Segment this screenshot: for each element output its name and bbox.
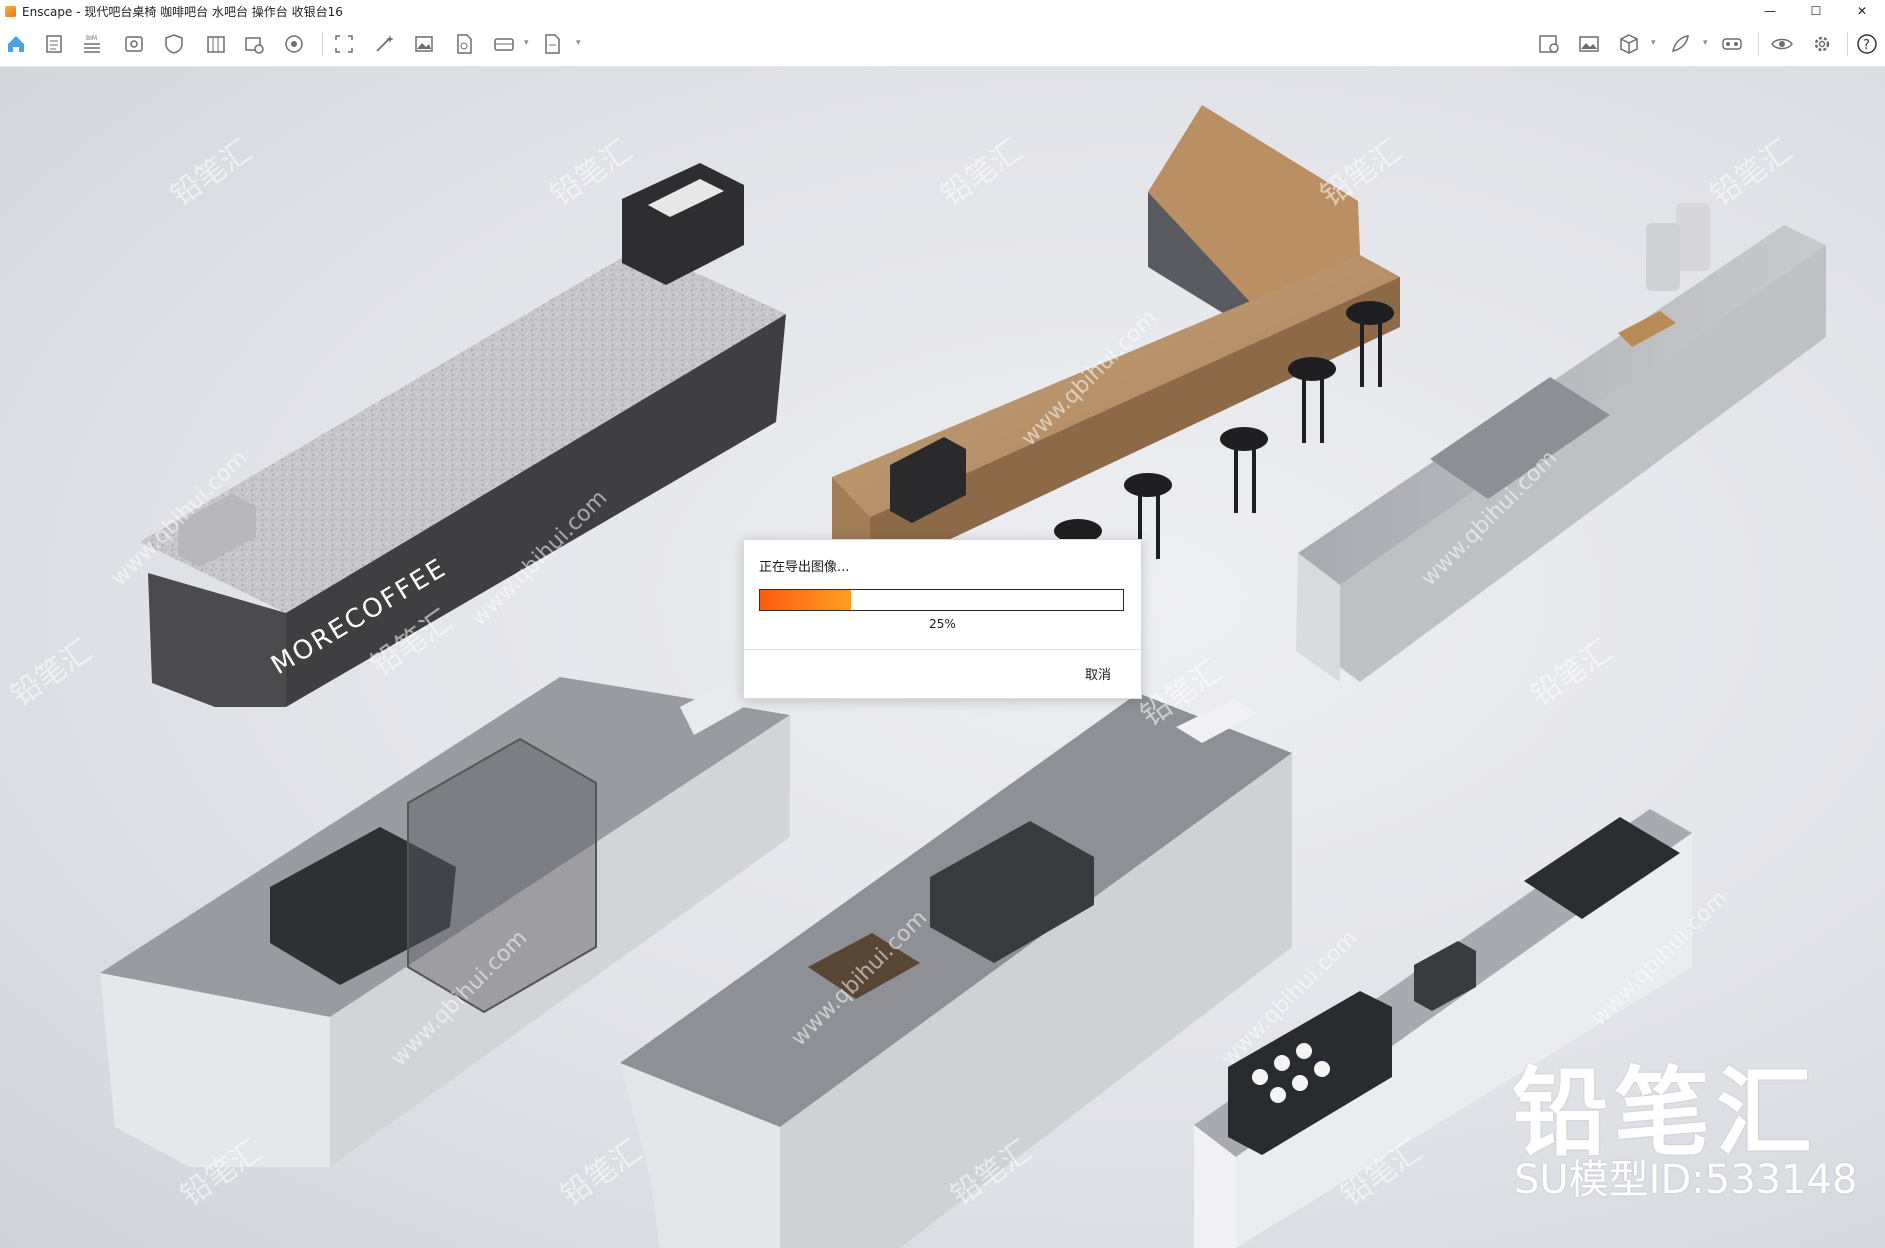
morecoffee-counter: MORECOFFEE — [140, 163, 786, 707]
dialog-divider — [744, 649, 1141, 650]
asset-icon[interactable] — [240, 30, 268, 58]
svg-text:铅笔汇: 铅笔汇 — [555, 1133, 649, 1213]
shield-icon[interactable] — [160, 30, 188, 58]
svg-text:铅笔汇: 铅笔汇 — [165, 133, 259, 213]
map-pin-icon[interactable] — [1535, 30, 1563, 58]
toolbar-separator-right — [1758, 32, 1759, 56]
home-icon[interactable] — [2, 30, 30, 58]
minimize-button[interactable]: — — [1747, 0, 1793, 22]
close-button[interactable]: ✕ — [1839, 0, 1885, 22]
cancel-button[interactable]: 取消 — [1081, 662, 1115, 685]
feather-dropdown-chevron-icon[interactable]: ▾ — [1703, 38, 1708, 48]
notes-icon[interactable] — [40, 30, 68, 58]
settings-wheel-icon[interactable] — [280, 30, 308, 58]
cube-dropdown-chevron-icon[interactable]: ▾ — [1651, 38, 1656, 48]
dialog-title: 正在导出图像... — [759, 560, 850, 575]
progress-bar — [759, 589, 1124, 611]
progress-percent-label: 25% — [929, 617, 956, 631]
cube-icon[interactable] — [1615, 30, 1643, 58]
bim-icon[interactable]: BIM — [78, 30, 106, 58]
export-icon[interactable] — [538, 30, 566, 58]
svg-text:铅笔汇: 铅笔汇 — [935, 133, 1029, 213]
view-icon[interactable] — [120, 30, 148, 58]
progress-fill — [760, 590, 851, 610]
svg-text:BIM: BIM — [86, 35, 97, 42]
toolbar-separator — [322, 32, 323, 56]
window-controls: — ☐ ✕ — [1747, 0, 1885, 22]
svg-text:铅笔汇: 铅笔汇 — [1705, 133, 1799, 213]
svg-text:?: ? — [1863, 38, 1870, 53]
svg-text:铅笔汇: 铅笔汇 — [5, 633, 99, 713]
vr-icon[interactable] — [1718, 30, 1746, 58]
gear-icon[interactable] — [1808, 30, 1836, 58]
maximize-button[interactable]: ☐ — [1793, 0, 1839, 22]
svg-text:铅笔汇: 铅笔汇 — [1315, 133, 1409, 213]
svg-text:铅笔汇: 铅笔汇 — [1525, 633, 1619, 713]
file-icon[interactable] — [450, 30, 478, 58]
feather-icon[interactable] — [1666, 30, 1694, 58]
eye-icon[interactable] — [1768, 30, 1796, 58]
magic-icon[interactable] — [370, 30, 398, 58]
export-dropdown-chevron-icon[interactable]: ▾ — [576, 38, 581, 48]
library-icon[interactable] — [202, 30, 230, 58]
window-title: Enscape - 现代吧台桌椅 咖啡吧台 水吧台 操作台 收银台16 — [22, 4, 343, 19]
panorama-icon[interactable] — [490, 30, 518, 58]
model-id-text: SU模型ID:533148 — [1514, 1157, 1858, 1203]
screenshot-icon[interactable] — [330, 30, 358, 58]
toolbar: BIM ▾ ▾ ▾ ▾ ? — [0, 22, 1885, 84]
gallery-icon[interactable] — [1575, 30, 1603, 58]
export-progress-dialog: 正在导出图像... 25% 取消 — [743, 539, 1142, 699]
toolbar-separator-help — [1847, 32, 1848, 56]
image-icon[interactable] — [410, 30, 438, 58]
title-bar: Enscape - 现代吧台桌椅 咖啡吧台 水吧台 操作台 收银台16 — ☐ … — [0, 0, 1885, 22]
panorama-dropdown-chevron-icon[interactable]: ▾ — [524, 38, 529, 48]
help-icon[interactable]: ? — [1853, 30, 1881, 58]
enscape-logo-icon — [5, 5, 16, 17]
